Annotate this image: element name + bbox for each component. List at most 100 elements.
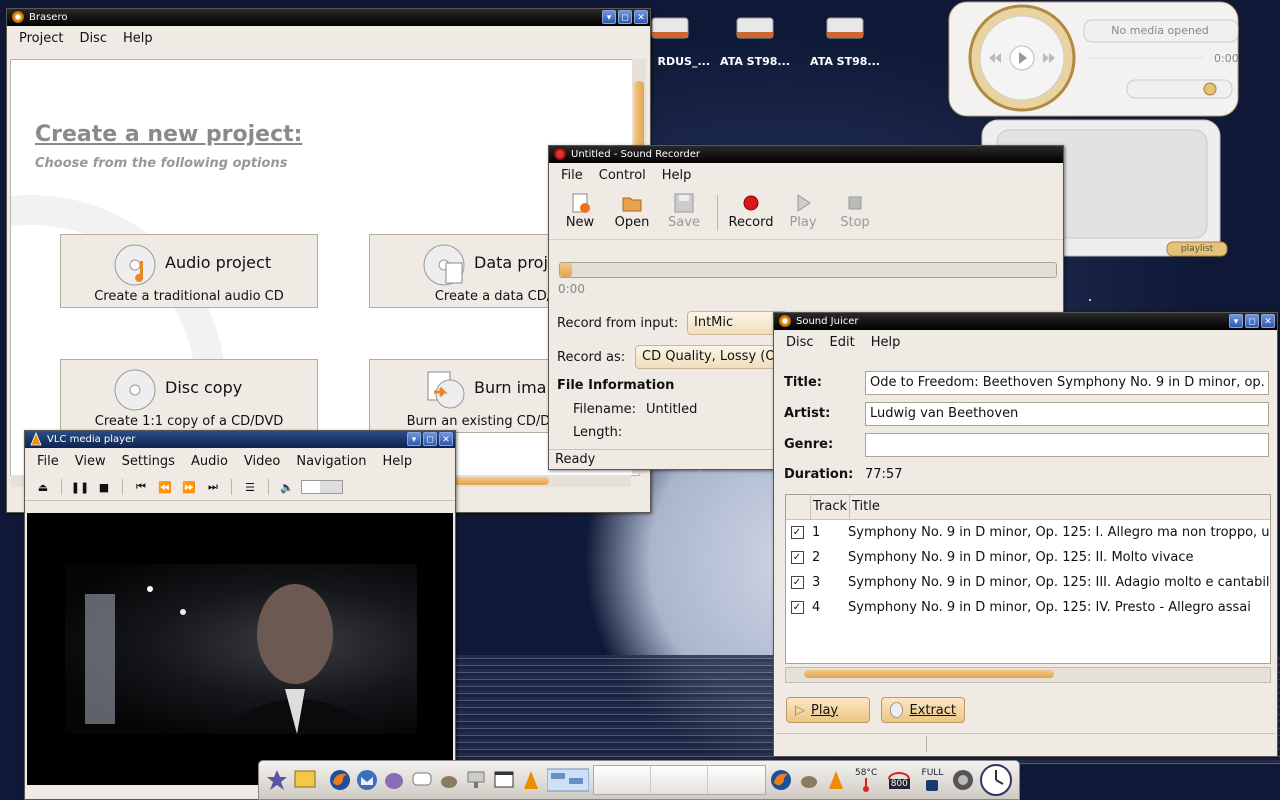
thunderbird-launcher-icon[interactable] bbox=[356, 768, 379, 792]
desktop-drive-icon-2[interactable]: ATA ST98... bbox=[715, 12, 795, 68]
video-area[interactable] bbox=[27, 513, 453, 785]
stop-button[interactable]: Stop bbox=[830, 191, 880, 235]
pause-icon[interactable]: ❚❚ bbox=[70, 481, 90, 494]
save-button[interactable]: Save bbox=[659, 191, 709, 235]
track-row[interactable]: ✓ 2 Symphony No. 9 in D minor, Op. 125: … bbox=[786, 545, 1270, 570]
desktop-drive-icon-3[interactable]: ATA ST98... bbox=[805, 12, 885, 68]
minimize-button[interactable]: ▾ bbox=[407, 432, 421, 446]
vlc-controls: ⏏ ❚❚ ■ ⏮ ⏪ ⏩ ⏭ ☰ 🔈 bbox=[25, 474, 455, 501]
close-button[interactable]: ✕ bbox=[634, 10, 648, 24]
scrollbar-thumb[interactable] bbox=[804, 670, 1054, 678]
rewind-icon[interactable]: ⏪ bbox=[155, 481, 175, 494]
recorder-titlebar[interactable]: Untitled - Sound Recorder bbox=[549, 146, 1063, 163]
brasero-project-chooser: Create a new project: Choose from the fo… bbox=[10, 59, 640, 476]
column-extract[interactable] bbox=[786, 495, 811, 519]
disc-copy-button[interactable]: Disc copy Create 1:1 copy of a CD/DVD bbox=[60, 359, 318, 433]
cpu-frequency-indicator: 800 bbox=[885, 768, 914, 792]
play-button[interactable]: Play bbox=[778, 191, 828, 235]
track-checkbox[interactable]: ✓ bbox=[790, 526, 804, 539]
previous-icon[interactable]: ⏮ bbox=[131, 480, 151, 494]
audio-project-button[interactable]: Audio project Create a traditional audio… bbox=[60, 234, 318, 308]
position-slider[interactable] bbox=[559, 262, 1057, 278]
menu-help[interactable]: Help bbox=[863, 335, 909, 350]
menu-video[interactable]: Video bbox=[236, 454, 288, 469]
menu-audio[interactable]: Audio bbox=[183, 454, 236, 469]
file-info-heading: File Information bbox=[557, 378, 675, 393]
album-title-input[interactable]: Ode to Freedom: Beethoven Symphony No. 9… bbox=[865, 371, 1269, 395]
pidgin-launcher-icon[interactable] bbox=[383, 768, 406, 792]
open-button[interactable]: Open bbox=[607, 191, 657, 235]
track-checkbox[interactable]: ✓ bbox=[790, 576, 804, 589]
slider-thumb[interactable] bbox=[560, 263, 572, 277]
task-list[interactable] bbox=[592, 765, 766, 795]
workspace-switcher[interactable] bbox=[546, 768, 589, 792]
terminal-launcher-icon[interactable] bbox=[492, 768, 515, 792]
menu-file[interactable]: File bbox=[553, 168, 591, 183]
genre-input[interactable] bbox=[865, 433, 1269, 457]
menu-help[interactable]: Help bbox=[115, 31, 161, 46]
menu-navigation[interactable]: Navigation bbox=[288, 454, 374, 469]
track-title: Symphony No. 9 in D minor, Op. 125: IV. … bbox=[848, 600, 1251, 615]
menu-file[interactable]: File bbox=[29, 454, 67, 469]
battery-value: FULL bbox=[921, 768, 944, 778]
firefox-task-icon[interactable] bbox=[770, 768, 793, 792]
track-row[interactable]: ✓ 4 Symphony No. 9 in D minor, Op. 125: … bbox=[786, 595, 1270, 620]
close-button[interactable]: ✕ bbox=[439, 432, 453, 446]
minimize-button[interactable]: ▾ bbox=[602, 10, 616, 24]
vlc-window: VLC media player ▾ ◻ ✕ File View Setting… bbox=[24, 430, 456, 800]
play-icon: ▷ bbox=[795, 702, 805, 718]
minimize-button[interactable]: ▾ bbox=[1229, 314, 1243, 328]
column-track[interactable]: Track bbox=[811, 495, 850, 519]
close-button[interactable]: ✕ bbox=[1261, 314, 1275, 328]
tracklist-horizontal-scrollbar[interactable] bbox=[785, 667, 1271, 683]
vlc-task-icon[interactable] bbox=[824, 768, 847, 792]
main-menu-icon[interactable] bbox=[265, 768, 289, 792]
firefox-launcher-icon[interactable] bbox=[328, 768, 351, 792]
network-launcher-icon[interactable] bbox=[465, 768, 488, 792]
maximize-button[interactable]: ◻ bbox=[618, 10, 632, 24]
artist-input[interactable]: Ludwig van Beethoven bbox=[865, 402, 1269, 426]
menu-help[interactable]: Help bbox=[374, 454, 420, 469]
stop-icon[interactable]: ■ bbox=[94, 481, 114, 494]
vlc-titlebar[interactable]: VLC media player ▾ ◻ ✕ bbox=[25, 431, 455, 448]
menu-edit[interactable]: Edit bbox=[822, 335, 863, 350]
playlist-icon[interactable]: ☰ bbox=[240, 481, 260, 494]
volume-icon[interactable]: 🔈 bbox=[277, 481, 297, 494]
new-button[interactable]: New bbox=[555, 191, 605, 235]
extract-button[interactable]: Extract bbox=[881, 697, 965, 723]
menu-disc[interactable]: Disc bbox=[71, 31, 115, 46]
maximize-button[interactable]: ◻ bbox=[423, 432, 437, 446]
scrollbar-thumb[interactable] bbox=[451, 477, 549, 485]
next-icon[interactable]: ⏭ bbox=[203, 480, 223, 494]
vlc-launcher-icon[interactable] bbox=[519, 768, 542, 792]
record-button[interactable]: Record bbox=[726, 191, 776, 235]
track-checkbox[interactable]: ✓ bbox=[790, 601, 804, 614]
track-checkbox[interactable]: ✓ bbox=[790, 551, 804, 564]
gimp-launcher-icon[interactable] bbox=[437, 768, 460, 792]
maximize-button[interactable]: ◻ bbox=[1245, 314, 1259, 328]
fast-forward-icon[interactable]: ⏩ bbox=[179, 481, 199, 494]
gimp-task-icon[interactable] bbox=[797, 768, 820, 792]
menu-project[interactable]: Project bbox=[11, 31, 71, 46]
chat-launcher-icon[interactable] bbox=[410, 768, 433, 792]
menu-control[interactable]: Control bbox=[591, 168, 654, 183]
record-from-combo[interactable]: IntMic bbox=[687, 311, 787, 335]
column-title[interactable]: Title bbox=[850, 495, 1270, 519]
track-row[interactable]: ✓ 3 Symphony No. 9 in D minor, Op. 125: … bbox=[786, 570, 1270, 595]
bottom-panel: 58°C 800 FULL bbox=[258, 760, 1020, 800]
play-button[interactable]: ▷ Play bbox=[786, 697, 870, 723]
show-desktop-icon[interactable] bbox=[293, 768, 316, 792]
menu-disc[interactable]: Disc bbox=[778, 335, 822, 350]
clock-icon[interactable] bbox=[979, 764, 1013, 796]
volume-slider[interactable] bbox=[301, 480, 343, 494]
menu-view[interactable]: View bbox=[67, 454, 114, 469]
menu-help[interactable]: Help bbox=[654, 168, 700, 183]
player-playlist-button[interactable]: playlist bbox=[1167, 244, 1227, 254]
juicer-titlebar[interactable]: Sound Juicer ▾ ◻ ✕ bbox=[774, 313, 1277, 330]
brasero-titlebar[interactable]: Brasero ▾ ◻ ✕ bbox=[7, 9, 650, 26]
eject-icon[interactable]: ⏏ bbox=[33, 481, 53, 494]
track-row[interactable]: ✓ 1 Symphony No. 9 in D minor, Op. 125: … bbox=[786, 520, 1270, 545]
volume-icon[interactable] bbox=[951, 768, 975, 792]
menu-settings[interactable]: Settings bbox=[114, 454, 183, 469]
record-as-combo[interactable]: CD Quality, Lossy (Og bbox=[635, 345, 787, 369]
